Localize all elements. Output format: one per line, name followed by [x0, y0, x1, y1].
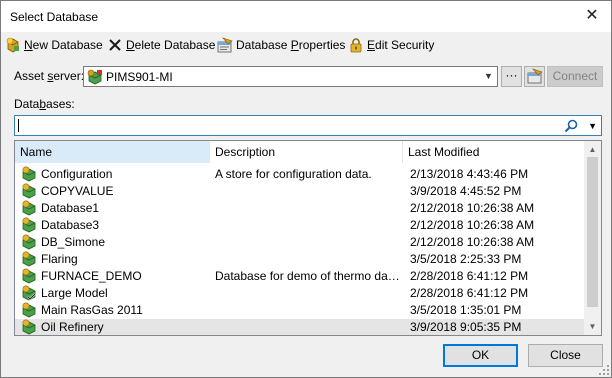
database-properties-button[interactable]: Database Properties — [217, 36, 345, 54]
select-database-dialog: Select Database ✕ New Database Delete Da… — [0, 0, 612, 378]
row-last-modified: 2/12/2018 10:26:38 AM — [410, 235, 535, 249]
table-row[interactable]: Database3 2/12/2018 10:26:38 AM — [15, 217, 585, 234]
edit-security-button[interactable]: Edit Security — [348, 36, 434, 54]
close-window-button[interactable]: ✕ — [581, 5, 603, 27]
database-icon — [22, 200, 36, 216]
database-search-input[interactable]: ▼ — [14, 115, 602, 136]
toolbar: New Database Delete Database Database Pr… — [1, 34, 611, 56]
row-last-modified: 3/9/2018 9:05:35 PM — [410, 320, 522, 334]
table-row[interactable]: Configuration A store for configuration d… — [15, 166, 585, 183]
row-name: Database1 — [41, 201, 100, 215]
row-name: COPYVALUE — [41, 184, 114, 198]
row-description: Database for demo of thermo data ... — [215, 269, 400, 283]
database-properties-mnemonic: P — [290, 38, 299, 52]
row-last-modified: 3/5/2018 1:35:01 PM — [410, 303, 522, 317]
row-last-modified: 2/12/2018 10:26:38 AM — [410, 218, 535, 232]
delete-database-button[interactable]: Delete Database — [107, 36, 215, 54]
browse-servers-button[interactable]: ··· — [501, 66, 522, 87]
asset-server-label: Asset server: — [14, 69, 84, 83]
chevron-down-icon[interactable]: ▼ — [480, 67, 497, 86]
asset-server-icon — [87, 69, 102, 85]
window-title: Select Database — [10, 10, 99, 24]
database-icon — [22, 166, 36, 182]
asset-server-value: PIMS901-MI — [106, 70, 173, 84]
lock-icon — [350, 38, 362, 53]
search-icon[interactable] — [563, 118, 579, 134]
asset-server-combobox[interactable]: PIMS901-MI ▼ — [83, 66, 498, 87]
table-row[interactable]: DB_Simone 2/12/2018 10:26:38 AM — [15, 234, 585, 251]
new-database-mnemonic: N — [24, 38, 33, 52]
database-properties-label: roperties — [298, 38, 346, 52]
asset-server-row: Asset server: PIMS901-MI ▼ ··· Connect — [1, 65, 611, 89]
column-header-name[interactable]: Name — [15, 141, 210, 163]
database-icon — [22, 234, 36, 250]
database-icon — [22, 319, 36, 335]
database-icon — [22, 268, 36, 284]
table-row[interactable]: Flaring 3/5/2018 2:25:33 PM — [15, 251, 585, 268]
database-check-icon — [22, 285, 36, 301]
row-last-modified: 3/5/2018 2:25:33 PM — [410, 252, 522, 266]
row-name: Main RasGas 2011 — [41, 303, 143, 317]
asset-server-label-prefix: Asset — [14, 69, 48, 83]
scroll-up-icon[interactable]: ▲ — [584, 145, 601, 154]
connect-button[interactable]: Connect — [547, 66, 603, 87]
row-name: Configuration — [41, 167, 113, 181]
list-header: Name Description Last Modified — [15, 141, 585, 163]
asset-server-label-rest: erver: — [53, 69, 85, 83]
row-name: Flaring — [41, 252, 78, 266]
scroll-down-icon[interactable]: ▼ — [584, 322, 601, 331]
row-last-modified: 2/28/2018 6:41:12 PM — [410, 269, 529, 283]
row-name: FURNACE_DEMO — [41, 269, 142, 283]
delete-x-icon — [109, 39, 121, 51]
row-description: A store for configuration data. — [215, 167, 372, 181]
row-last-modified: 2/28/2018 6:41:12 PM — [410, 286, 529, 300]
database-list: Name Description Last Modified Configura… — [14, 140, 602, 336]
row-last-modified: 2/13/2018 4:43:46 PM — [410, 167, 529, 181]
table-row[interactable]: FURNACE_DEMO Database for demo of thermo … — [15, 268, 585, 285]
server-properties-button[interactable] — [524, 66, 545, 87]
databases-label-rest: ases: — [46, 97, 75, 111]
column-header-description[interactable]: Description — [210, 141, 403, 163]
row-name: Oil Refinery — [41, 320, 104, 334]
table-row[interactable]: Database1 2/12/2018 10:26:38 AM — [15, 200, 585, 217]
title-bar: Select Database ✕ — [1, 1, 611, 32]
close-button[interactable]: Close — [528, 344, 603, 367]
new-database-label: ew Database — [32, 38, 103, 52]
list-body: Configuration A store for configuration d… — [15, 166, 585, 335]
vertical-scrollbar[interactable]: ▲ ▼ — [584, 141, 601, 335]
column-header-last-modified[interactable]: Last Modified — [403, 141, 585, 163]
search-options-chevron-icon[interactable]: ▼ — [588, 118, 597, 134]
edit-security-mnemonic: E — [367, 38, 376, 52]
row-name: DB_Simone — [41, 235, 106, 249]
edit-security-label: dit Security — [375, 38, 435, 52]
server-properties-icon — [527, 68, 543, 84]
delete-database-label: elete Database — [134, 38, 216, 52]
database-icon — [22, 251, 36, 267]
databases-label-prefix: Data — [14, 97, 40, 111]
new-database-button[interactable]: New Database — [5, 36, 103, 54]
database-icon — [22, 217, 36, 233]
table-row[interactable]: COPYVALUE 3/9/2018 4:45:52 PM — [15, 183, 585, 200]
ok-button[interactable]: OK — [443, 344, 518, 367]
row-name: Large Model — [41, 286, 108, 300]
row-last-modified: 2/12/2018 10:26:38 AM — [410, 201, 535, 215]
table-row[interactable]: Large Model 2/28/2018 6:41:12 PM — [15, 285, 585, 302]
row-last-modified: 3/9/2018 4:45:52 PM — [410, 184, 522, 198]
table-row[interactable]: Oil Refinery 3/9/2018 9:05:35 PM — [15, 319, 585, 335]
databases-label: Databases: — [14, 97, 75, 111]
row-name: Database3 — [41, 218, 100, 232]
scroll-thumb[interactable] — [587, 157, 598, 307]
text-caret — [18, 119, 19, 132]
resize-grip-icon[interactable] — [599, 365, 609, 375]
database-icon — [22, 183, 36, 199]
delete-database-mnemonic: D — [126, 38, 135, 52]
database-properties-prefix: Database — [236, 38, 291, 52]
properties-icon — [217, 37, 233, 53]
database-icon — [22, 302, 36, 318]
table-row[interactable]: Main RasGas 2011 3/5/2018 1:35:01 PM — [15, 302, 585, 319]
new-database-icon — [6, 37, 19, 53]
